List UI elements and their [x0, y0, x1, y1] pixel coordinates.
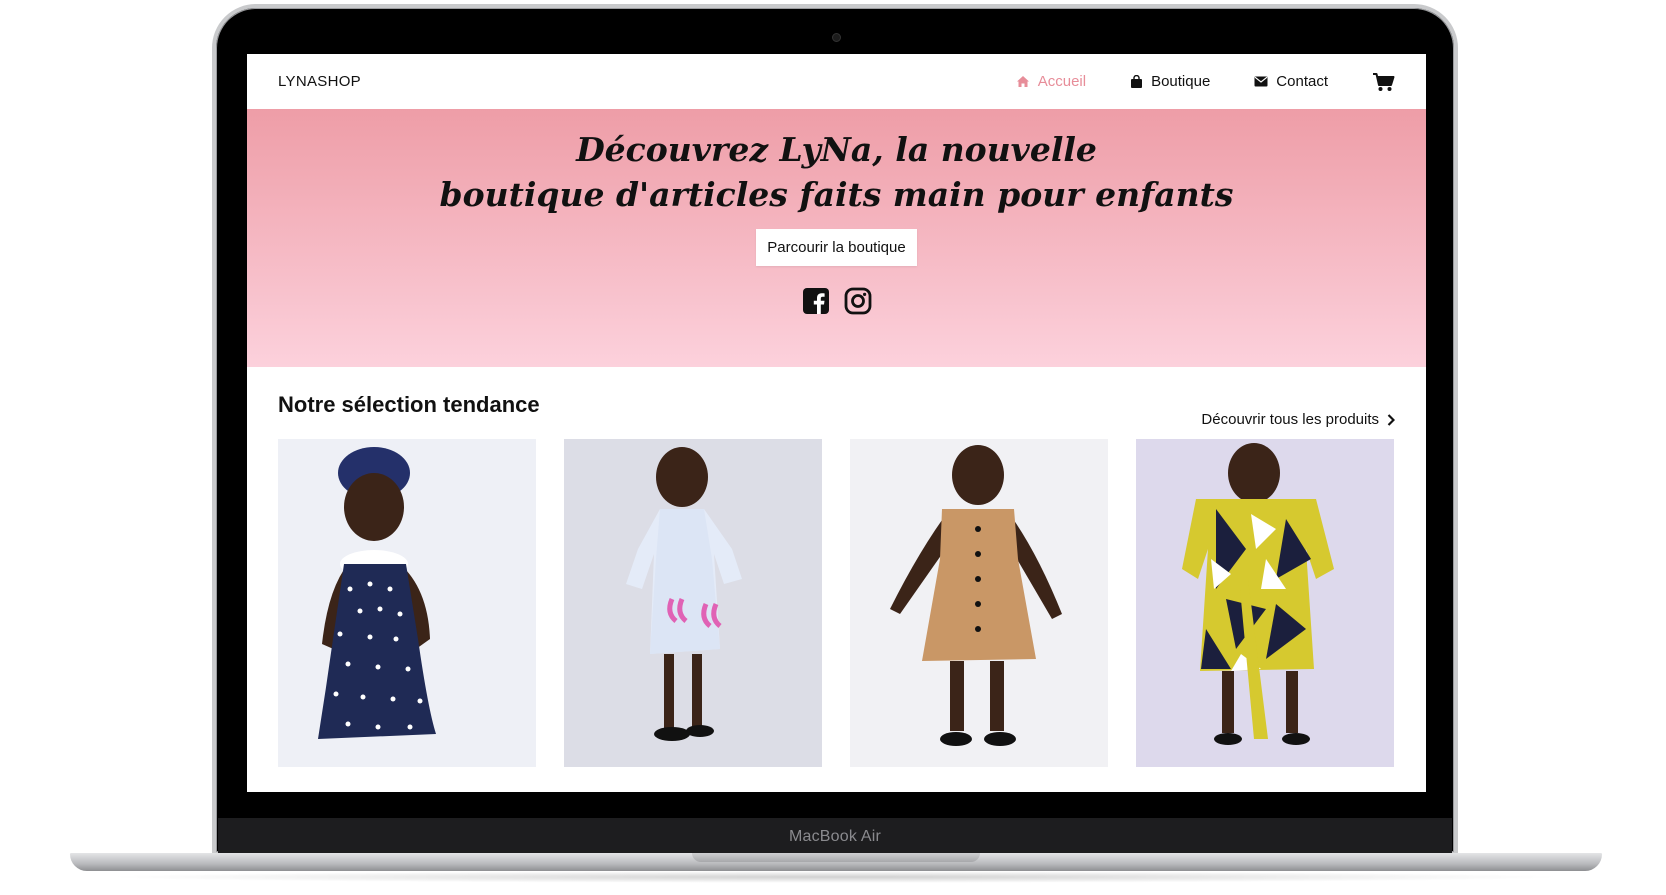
product-card[interactable]: [850, 439, 1108, 787]
product-grid: [278, 439, 1395, 787]
cart-icon: [1373, 72, 1395, 91]
hero-title: Découvrez LyNa, la nouvelle boutique d'a…: [440, 127, 1234, 217]
product-image[interactable]: [564, 439, 822, 767]
section-header: Notre sélection tendance Découvrir tous …: [278, 367, 1395, 428]
site-header: LYNASHOP Accueil Boutique Contact: [247, 54, 1426, 109]
home-icon: [1016, 76, 1029, 87]
cart-button[interactable]: [1372, 72, 1395, 92]
chevron-right-icon: [1387, 413, 1395, 426]
trending-products: Notre sélection tendance Découvrir tous …: [247, 367, 1426, 787]
product-image[interactable]: [278, 439, 536, 767]
envelope-icon: [1254, 76, 1268, 87]
base-shadow: [100, 871, 1570, 883]
shopping-bag-icon: [1131, 74, 1143, 88]
nav-label-accueil: Accueil: [1037, 73, 1087, 90]
hero-title-line1: Découvrez LyNa, la nouvelle: [576, 130, 1097, 169]
main-nav: Accueil Boutique Contact: [972, 72, 1395, 92]
hero-banner: Découvrez LyNa, la nouvelle boutique d'a…: [247, 109, 1426, 367]
product-image[interactable]: [1136, 439, 1394, 767]
section-title: Notre sélection tendance: [278, 392, 540, 417]
browse-shop-button[interactable]: Parcourir la boutique: [756, 229, 917, 266]
product-card[interactable]: [1136, 439, 1394, 787]
laptop-notch: [692, 853, 980, 862]
product-card[interactable]: [278, 439, 536, 787]
browser-screen: LYNASHOP Accueil Boutique Contact Découv…: [247, 54, 1426, 792]
laptop-chin: MacBook Air: [218, 818, 1452, 856]
product-image[interactable]: [850, 439, 1108, 767]
hero-title-line2: boutique d'articles faits main pour enfa…: [439, 175, 1234, 214]
all-products-link[interactable]: Découvrir tous les produits: [1201, 411, 1395, 428]
social-links: [795, 287, 879, 315]
facebook-icon[interactable]: [802, 287, 830, 315]
product-card[interactable]: [564, 439, 822, 787]
laptop-mockup: LYNASHOP Accueil Boutique Contact Découv…: [0, 0, 1666, 895]
all-products-label: Découvrir tous les produits: [1201, 411, 1379, 428]
brand-logo[interactable]: LYNASHOP: [278, 73, 361, 90]
nav-label-boutique: Boutique: [1151, 73, 1211, 90]
webcam: [832, 33, 841, 42]
nav-item-accueil[interactable]: Accueil: [1016, 73, 1086, 90]
nav-item-boutique[interactable]: Boutique: [1130, 73, 1210, 90]
nav-label-contact: Contact: [1276, 73, 1328, 90]
device-label: MacBook Air: [788, 828, 881, 845]
nav-item-contact[interactable]: Contact: [1254, 73, 1328, 90]
instagram-icon[interactable]: [844, 287, 872, 315]
